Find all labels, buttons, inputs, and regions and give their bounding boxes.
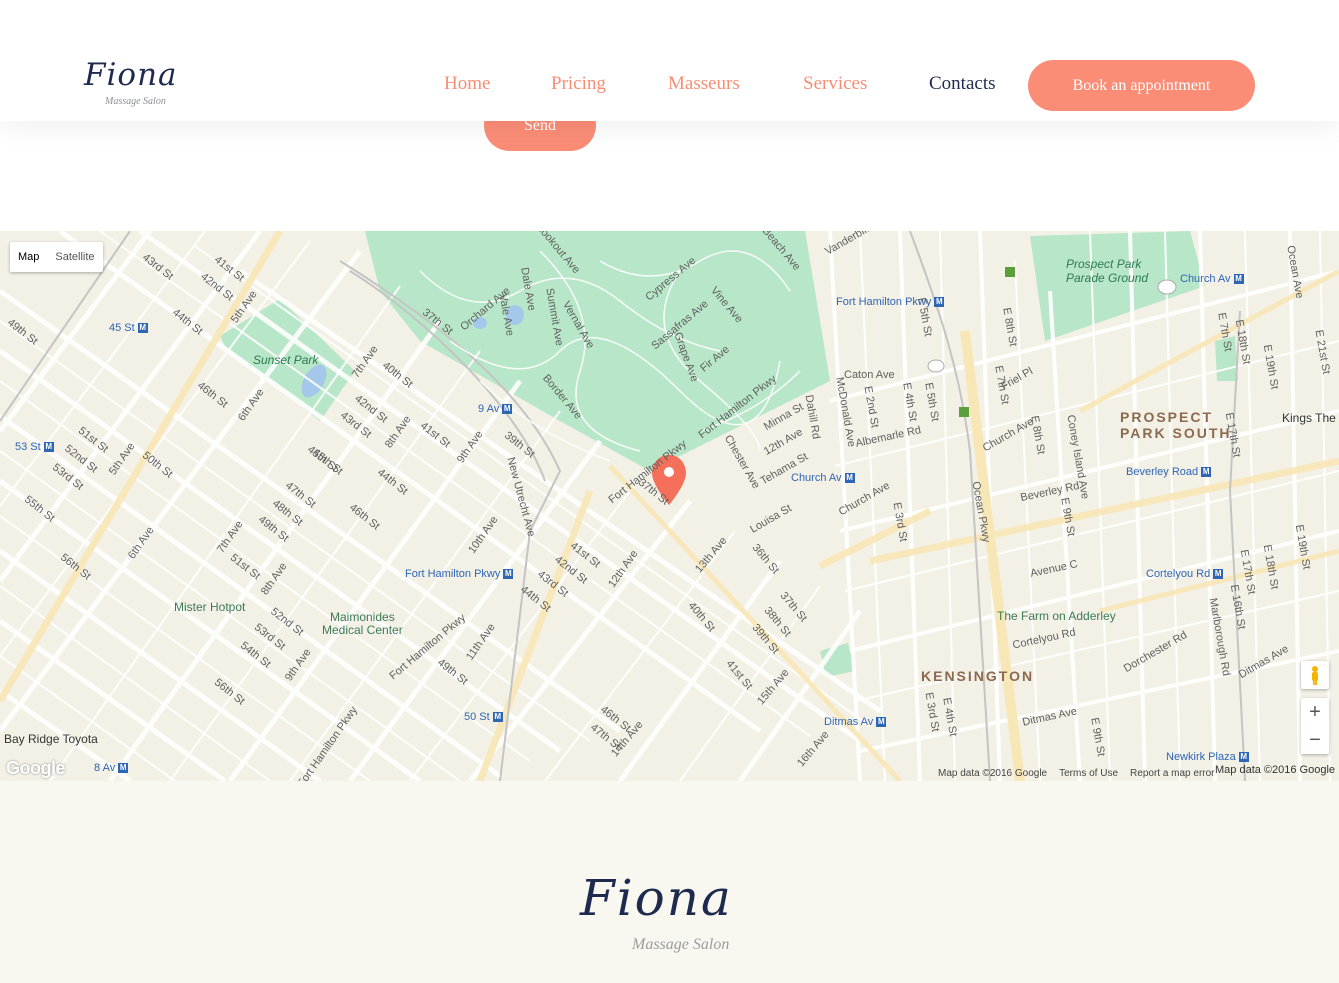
zoom-out-button[interactable]: − xyxy=(1301,726,1329,754)
station-ditmas-av[interactable]: Ditmas Av M xyxy=(824,716,887,728)
station-8-av[interactable]: 8 Av M xyxy=(94,762,129,774)
logo-word: Fiona xyxy=(84,57,178,93)
logo-subtitle: Massage Salon xyxy=(105,96,166,107)
zoom-in-button[interactable]: + xyxy=(1301,698,1329,726)
footer-logo-word: Fiona xyxy=(580,869,733,927)
poi-mister-hotpot[interactable]: Mister Hotpot xyxy=(174,600,245,614)
poi-farm-on-adderley[interactable]: The Farm on Adderley xyxy=(997,609,1116,623)
station-church-av-1[interactable]: Church Av M xyxy=(791,472,855,484)
footer-logo-subtitle: Massage Salon xyxy=(632,936,730,953)
nav-services[interactable]: Services xyxy=(803,70,867,98)
station-9-av[interactable]: 9 Av M xyxy=(478,403,513,415)
book-appointment-button[interactable]: Book an appointment xyxy=(1028,60,1255,111)
station-newkirk-plaza[interactable]: Newkirk Plaza M xyxy=(1166,751,1249,763)
site-header: Fiona Massage Salon Home Pricing Masseur… xyxy=(0,0,1339,121)
street-view-pegman[interactable] xyxy=(1301,661,1329,689)
map-type-satellite-button[interactable]: Satellite xyxy=(47,242,102,272)
park-parade-ground: Prospect Park Parade Ground xyxy=(1066,257,1149,285)
terms-of-use-link[interactable]: Terms of Use xyxy=(1053,767,1124,781)
parade-ground-area xyxy=(1030,231,1205,341)
nav-home[interactable]: Home xyxy=(444,70,490,98)
district-prospect-park-south: PROSPECT PARK SOUTH xyxy=(1120,409,1232,441)
poi-kings-theatre[interactable]: Kings The xyxy=(1282,411,1336,425)
map-type-map-button[interactable]: Map xyxy=(10,242,47,272)
map-canvas[interactable] xyxy=(0,231,1339,781)
station-45-st[interactable]: 45 St M xyxy=(109,322,148,334)
map-data-text: Map data ©2016 Google xyxy=(938,768,1048,779)
street-label: Caton Ave xyxy=(844,369,895,381)
station-50-st[interactable]: 50 St M xyxy=(464,711,503,723)
station-fort-hamilton-pkwy-1[interactable]: Fort Hamilton Pkwy M xyxy=(405,568,514,580)
nav-contacts[interactable]: Contacts xyxy=(929,70,996,98)
poi-maimonides[interactable]: Maimonides Medical Center xyxy=(322,611,403,637)
district-kensington: KENSINGTON xyxy=(921,668,1035,684)
station-beverley-road[interactable]: Beverley Road M xyxy=(1126,466,1212,478)
park-sunset: Sunset Park xyxy=(253,353,319,367)
report-map-error-link[interactable]: Report a map error xyxy=(1124,767,1220,781)
poi-bay-ridge-toyota[interactable]: Bay Ridge Toyota xyxy=(4,732,98,746)
map-type-control: Map Satellite xyxy=(10,242,103,272)
nav-pricing[interactable]: Pricing xyxy=(551,70,606,98)
map-attribution: Map data ©2016 Google Terms of Use Repor… xyxy=(932,767,1221,781)
pegman-icon xyxy=(1312,666,1318,685)
google-map[interactable]: PROSPECT PARK SOUTH KENSINGTON Prospect P… xyxy=(0,231,1339,781)
nav-masseurs[interactable]: Masseurs xyxy=(668,70,740,98)
map-data-label: Map data ©2016 Google xyxy=(1215,764,1336,776)
footer-logo[interactable]: Fiona Massage Salon xyxy=(580,871,760,961)
station-cortelyou-rd[interactable]: Cortelyou Rd M xyxy=(1146,568,1224,580)
google-logo[interactable]: Google xyxy=(6,758,66,779)
station-church-av-2[interactable]: Church Av M xyxy=(1180,273,1244,285)
zoom-control: + − xyxy=(1301,698,1329,754)
site-logo[interactable]: Fiona Massage Salon xyxy=(84,58,194,112)
site-footer: Fiona Massage Salon xyxy=(0,781,1339,983)
station-53-st[interactable]: 53 St M xyxy=(15,441,54,453)
